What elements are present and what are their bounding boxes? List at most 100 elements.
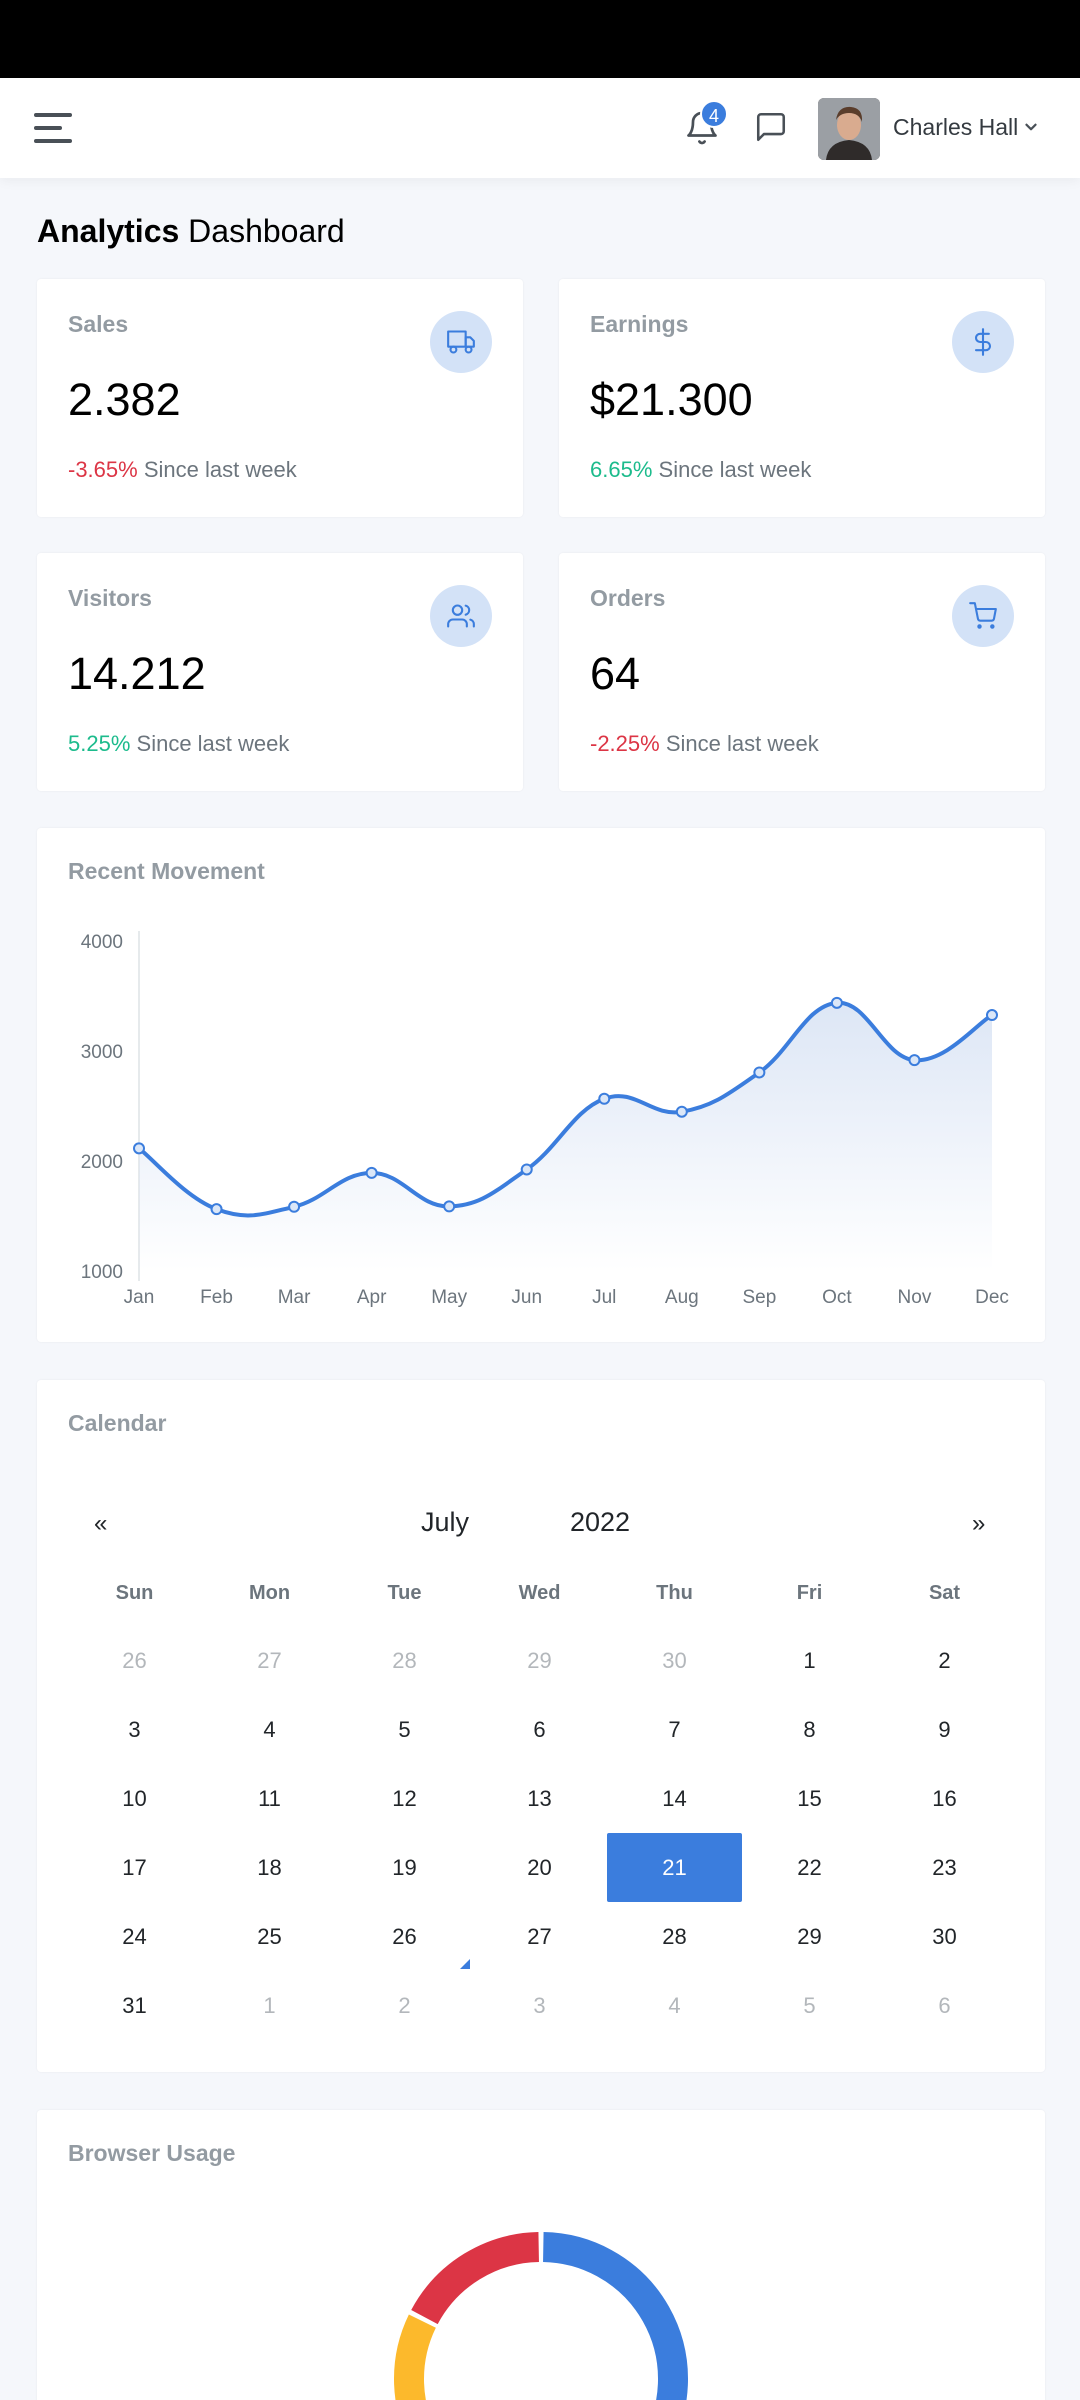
- calendar-day[interactable]: 3: [472, 1971, 607, 2040]
- calendar-day[interactable]: 16: [877, 1764, 1012, 1833]
- calendar-week-row: 17 18 19 20 21 22 23: [67, 1833, 1012, 1902]
- x-tick-label: Nov: [898, 1287, 932, 1308]
- calendar-day[interactable]: 17: [67, 1833, 202, 1902]
- stat-change: 5.25%: [68, 731, 131, 756]
- status-bar: [0, 0, 1080, 78]
- calendar-day[interactable]: 8: [742, 1695, 877, 1764]
- y-tick-label: 1000: [81, 1262, 123, 1283]
- calendar-day[interactable]: 27: [472, 1902, 607, 1971]
- calendar-year[interactable]: 2022: [570, 1507, 630, 1538]
- x-tick-label: May: [431, 1287, 467, 1308]
- calendar-day[interactable]: 4: [202, 1695, 337, 1764]
- calendar-day[interactable]: 6: [877, 1971, 1012, 2040]
- page-title-strong: Analytics: [37, 213, 180, 249]
- stat-note: Since last week: [658, 457, 812, 482]
- calendar-day[interactable]: 30: [877, 1902, 1012, 1971]
- calendar-day[interactable]: 3: [67, 1695, 202, 1764]
- calendar-day[interactable]: 29: [742, 1902, 877, 1971]
- calendar-day[interactable]: 28: [607, 1902, 742, 1971]
- stat-title: Sales: [68, 311, 129, 337]
- calendar-day[interactable]: 6: [472, 1695, 607, 1764]
- data-point: [986, 1009, 998, 1022]
- data-point: [598, 1092, 611, 1105]
- notification-count-badge: 4: [700, 100, 728, 128]
- calendar-day[interactable]: 26: [337, 1902, 472, 1971]
- recent-movement-card: Recent Movement 1000 2000 3000 4000 Jan Feb Ma…: [37, 828, 1045, 1342]
- calendar-next-button[interactable]: »: [972, 1510, 985, 1538]
- calendar-day[interactable]: 30: [607, 1626, 742, 1695]
- data-point: [133, 1142, 145, 1155]
- x-tick-label: Jun: [511, 1287, 542, 1308]
- calendar-day[interactable]: 2: [877, 1626, 1012, 1695]
- calendar-day[interactable]: 4: [607, 1971, 742, 2040]
- calendar-month[interactable]: July: [421, 1507, 469, 1538]
- data-point: [830, 996, 843, 1009]
- calendar-day[interactable]: 10: [67, 1764, 202, 1833]
- calendar-day[interactable]: 13: [472, 1764, 607, 1833]
- calendar-day[interactable]: 14: [607, 1764, 742, 1833]
- calendar-day[interactable]: 2: [337, 1971, 472, 2040]
- user-name[interactable]: Charles Hall: [893, 114, 1018, 141]
- data-point: [908, 1054, 921, 1067]
- y-tick-label: 4000: [81, 932, 123, 953]
- calendar-weekday-header: Sun Mon Tue Wed Thu Fri Sat: [67, 1561, 1012, 1626]
- messages-icon[interactable]: [754, 110, 790, 146]
- user-avatar[interactable]: [818, 98, 880, 160]
- weekday-label: Fri: [796, 1582, 823, 1604]
- calendar-day[interactable]: 11: [202, 1764, 337, 1833]
- calendar-day[interactable]: 26: [67, 1626, 202, 1695]
- calendar-day[interactable]: 29: [472, 1626, 607, 1695]
- doughnut-segment-yellow: [394, 2314, 437, 2400]
- stat-title: Visitors: [68, 585, 152, 611]
- calendar-day[interactable]: 15: [742, 1764, 877, 1833]
- x-tick-label: Jan: [124, 1287, 155, 1308]
- calendar-day[interactable]: 23: [877, 1833, 1012, 1902]
- calendar-week-row: 26 27 28 29 30 1 2: [67, 1626, 1012, 1695]
- calendar-day[interactable]: 9: [877, 1695, 1012, 1764]
- orders-card: Orders 64 -2.25% Since last week: [559, 553, 1045, 791]
- earnings-card: Earnings $21.300 6.65% Since last week: [559, 279, 1045, 517]
- calendar-day[interactable]: 12: [337, 1764, 472, 1833]
- stat-change: -2.25%: [590, 731, 660, 756]
- chevron-down-icon[interactable]: [1022, 118, 1040, 136]
- calendar-day[interactable]: 18: [202, 1833, 337, 1902]
- calendar-day[interactable]: 28: [337, 1626, 472, 1695]
- calendar-day[interactable]: 31: [67, 1971, 202, 2040]
- x-tick-label: Apr: [357, 1287, 387, 1308]
- cart-icon: [952, 585, 1014, 647]
- calendar-day[interactable]: 25: [202, 1902, 337, 1971]
- menu-toggle-icon[interactable]: [34, 113, 72, 143]
- calendar-prev-button[interactable]: «: [94, 1510, 107, 1538]
- calendar-day[interactable]: 27: [202, 1626, 337, 1695]
- weekday-label: Mon: [248, 1582, 291, 1604]
- stat-footer: -3.65% Since last week: [68, 457, 297, 483]
- top-navbar: 4 Charles Hall: [0, 78, 1080, 178]
- stat-footer: 6.65% Since last week: [590, 457, 811, 483]
- stat-change: -3.65%: [68, 457, 138, 482]
- calendar-grid: Sun Mon Tue Wed Thu Fri Sat 26 27 28 29 30 1 2 3 4 5 6 7 8…: [67, 1561, 1012, 2040]
- calendar-day[interactable]: 7: [607, 1695, 742, 1764]
- browser-usage-doughnut-chart: [394, 2232, 688, 2400]
- calendar-day[interactable]: 20: [472, 1833, 607, 1902]
- recent-movement-chart: 1000 2000 3000 4000 Jan Feb Mar Apr May Jun Jul Aug…: [81, 931, 1009, 1308]
- calendar-day[interactable]: 22: [742, 1833, 877, 1902]
- y-tick-label: 3000: [81, 1042, 123, 1063]
- calendar-day[interactable]: 19: [337, 1833, 472, 1902]
- stat-value: 64: [590, 648, 641, 699]
- calendar-week-row: 10 11 12 13 14 15 16: [67, 1764, 1012, 1833]
- doughnut-segment-red: [411, 2232, 540, 2325]
- stat-footer: -2.25% Since last week: [590, 731, 819, 757]
- calendar-day[interactable]: 1: [202, 1971, 337, 2040]
- calendar-day-selected[interactable]: 21: [607, 1833, 742, 1902]
- calendar-day[interactable]: 1: [742, 1626, 877, 1695]
- stat-value: 14.212: [68, 648, 206, 699]
- x-tick-label: Jul: [592, 1287, 616, 1308]
- stat-note: Since last week: [136, 731, 290, 756]
- calendar-day[interactable]: 5: [337, 1695, 472, 1764]
- calendar-day[interactable]: 5: [742, 1971, 877, 2040]
- stat-value: 2.382: [68, 374, 181, 425]
- calendar-day[interactable]: 24: [67, 1902, 202, 1971]
- users-icon: [430, 585, 492, 647]
- stat-note: Since last week: [143, 457, 297, 482]
- x-tick-label: Dec: [975, 1287, 1009, 1308]
